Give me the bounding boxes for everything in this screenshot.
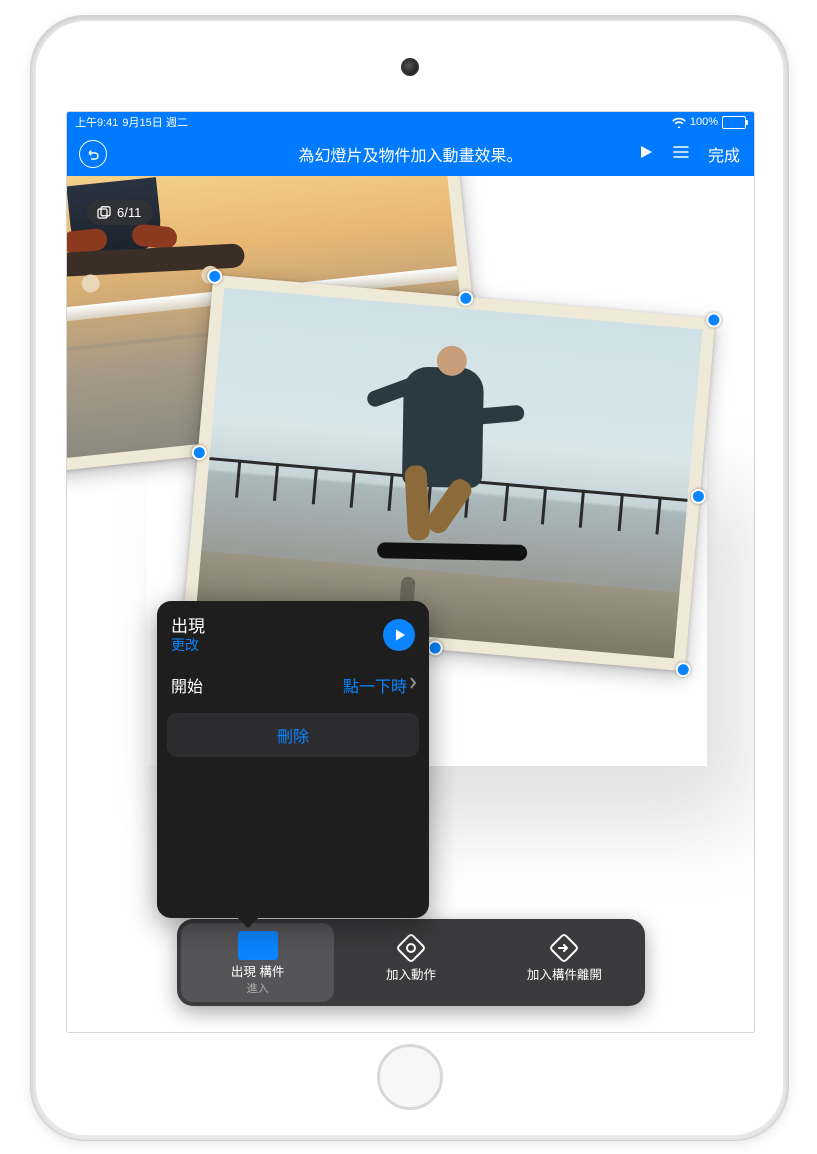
ipad-frame: 上午9:41 9月15日 週二 100% 為幻燈片及物件加入動畫效果。 (30, 15, 789, 1141)
status-date: 9月15日 週二 (122, 114, 187, 130)
slide-counter[interactable]: 6/11 (87, 200, 153, 225)
status-bar: 上午9:41 9月15日 週二 100% (67, 112, 754, 132)
chevron-right-icon (409, 676, 417, 694)
selection-handle[interactable] (706, 312, 722, 328)
selection-handle[interactable] (427, 640, 443, 656)
add-build-out-item[interactable]: 加入構件離開 (488, 923, 641, 1002)
battery-text: 100% (690, 116, 718, 128)
build-popover: 出現 更改 開始 點一下時 (157, 601, 429, 918)
add-action-label: 加入動作 (386, 969, 436, 983)
build-in-label: 出現 構件 (231, 966, 284, 980)
effect-name: 出現 (171, 617, 205, 637)
selection-handle[interactable] (458, 290, 474, 306)
nav-bar: 為幻燈片及物件加入動畫效果。 完成 (67, 132, 754, 176)
slide-canvas[interactable]: 6/11 (67, 176, 754, 1032)
build-in-item[interactable]: 出現 構件 進入 (181, 923, 334, 1002)
selection-handle[interactable] (207, 268, 223, 284)
build-toolbar: 出現 構件 進入 加入動作 (177, 919, 645, 1006)
selection-handle[interactable] (675, 662, 691, 678)
home-button[interactable] (377, 1044, 443, 1110)
screen: 上午9:41 9月15日 週二 100% 為幻燈片及物件加入動畫效果。 (66, 111, 755, 1033)
selection-handle[interactable] (191, 445, 207, 461)
change-effect-button[interactable]: 更改 (171, 637, 205, 653)
nav-title: 為幻燈片及物件加入動畫效果。 (67, 142, 754, 166)
device-camera (401, 58, 419, 76)
start-value: 點一下時 (343, 673, 407, 697)
action-icon (394, 931, 428, 965)
start-row[interactable]: 開始 點一下時 (157, 663, 429, 707)
add-action-item[interactable]: 加入動作 (334, 923, 487, 1002)
slides-icon (97, 206, 111, 220)
status-time: 上午9:41 (75, 114, 118, 130)
build-in-sub: 進入 (247, 980, 269, 996)
add-build-out-label: 加入構件離開 (527, 969, 602, 983)
slide-counter-text: 6/11 (117, 205, 141, 220)
start-label: 開始 (171, 673, 203, 697)
preview-button[interactable] (383, 619, 415, 651)
selection-handle[interactable] (690, 488, 706, 504)
build-in-thumb (238, 931, 278, 960)
delete-button[interactable]: 刪除 (167, 713, 419, 757)
battery-icon (722, 116, 746, 129)
wifi-icon (672, 117, 686, 128)
build-out-icon (547, 931, 581, 965)
